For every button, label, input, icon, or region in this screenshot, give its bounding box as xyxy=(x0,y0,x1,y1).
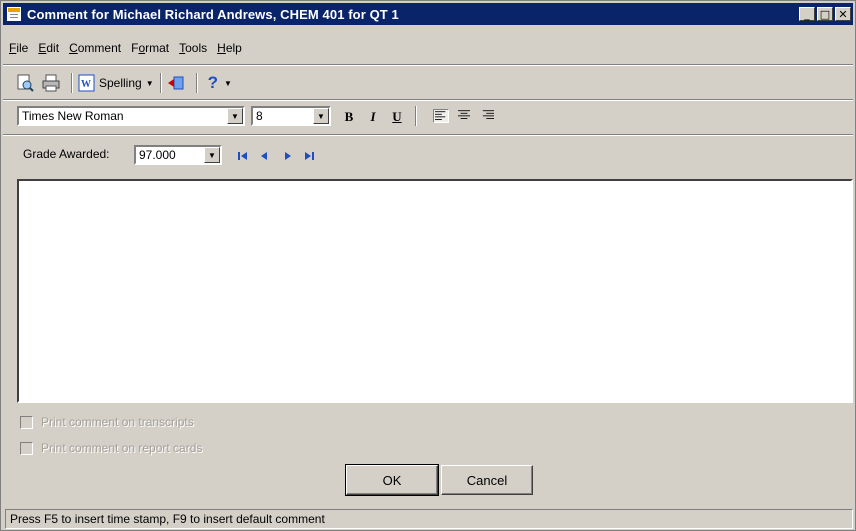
menu-format[interactable]: Format xyxy=(131,41,169,61)
print-preview-icon[interactable] xyxy=(15,73,35,93)
cancel-button[interactable]: Cancel xyxy=(441,465,533,495)
font-name-select[interactable]: Times New Roman ▼ xyxy=(17,106,245,126)
spelling-button[interactable]: W Spelling ▼ xyxy=(77,73,154,93)
close-button[interactable]: ✕ xyxy=(835,7,851,21)
print-on-transcripts-option[interactable]: Print comment on transcripts xyxy=(20,415,194,429)
bold-button[interactable]: B xyxy=(341,108,357,126)
chevron-down-icon[interactable]: ▼ xyxy=(313,108,329,124)
chevron-down-icon[interactable]: ▼ xyxy=(227,108,243,124)
print-icon[interactable] xyxy=(41,73,61,93)
maximize-button[interactable]: □ xyxy=(817,7,833,21)
first-record-icon[interactable] xyxy=(235,149,251,163)
menu-help[interactable]: Help xyxy=(217,41,242,61)
align-center-icon[interactable] xyxy=(457,109,473,123)
grade-awarded-select[interactable]: 97.000 ▼ xyxy=(134,145,222,165)
font-name-value: Times New Roman xyxy=(22,109,124,123)
menu-comment[interactable]: Comment xyxy=(69,41,121,61)
menu-tools[interactable]: Tools xyxy=(179,41,207,61)
title-bar[interactable]: Comment for Michael Richard Andrews, CHE… xyxy=(3,3,853,25)
grade-awarded-value: 97.000 xyxy=(139,148,176,162)
format-divider xyxy=(3,134,853,136)
document-icon xyxy=(7,7,21,21)
toolbar-separator xyxy=(71,73,73,93)
menu-edit[interactable]: Edit xyxy=(38,41,59,61)
italic-button[interactable]: I xyxy=(365,108,381,126)
help-icon[interactable]: ? xyxy=(208,73,218,93)
grade-awarded-label: Grade Awarded: xyxy=(23,147,110,161)
comment-text-area[interactable] xyxy=(17,179,853,403)
last-record-icon[interactable] xyxy=(301,149,317,163)
font-size-value: 8 xyxy=(256,109,263,123)
window-title: Comment for Michael Richard Andrews, CHE… xyxy=(27,6,399,22)
previous-record-icon[interactable] xyxy=(257,149,273,163)
next-record-icon[interactable] xyxy=(279,149,295,163)
print-on-report-cards-option[interactable]: Print comment on report cards xyxy=(20,441,202,455)
chevron-down-icon[interactable]: ▼ xyxy=(204,147,220,163)
menu-divider xyxy=(3,64,853,66)
chevron-down-icon[interactable]: ▼ xyxy=(146,79,154,88)
underline-button[interactable]: U xyxy=(389,108,405,126)
font-size-select[interactable]: 8 ▼ xyxy=(251,106,331,126)
print-on-transcripts-checkbox[interactable] xyxy=(20,415,33,429)
menu-bar: File Edit Comment Format Tools Help xyxy=(9,41,252,61)
toolbar-divider xyxy=(3,99,853,101)
toolbar-separator xyxy=(195,73,198,93)
ok-button[interactable]: OK xyxy=(345,464,439,496)
svg-text:W: W xyxy=(81,79,91,90)
print-on-transcripts-label: Print comment on transcripts xyxy=(41,415,194,429)
spelling-label: Spelling xyxy=(99,76,142,90)
print-on-report-cards-label: Print comment on report cards xyxy=(41,441,203,455)
align-right-icon[interactable] xyxy=(481,109,497,123)
toolbar-separator xyxy=(415,106,417,126)
standard-toolbar: W Spelling ▼ ? ▼ xyxy=(15,71,232,95)
comment-window: Comment for Michael Richard Andrews, CHE… xyxy=(0,0,856,531)
insert-comment-icon[interactable] xyxy=(166,73,186,93)
minimize-button[interactable]: _ xyxy=(799,7,815,21)
toolbar-separator xyxy=(159,73,162,93)
align-left-icon[interactable] xyxy=(433,109,449,123)
print-on-report-cards-checkbox[interactable] xyxy=(20,441,33,455)
word-icon: W xyxy=(77,73,97,93)
menu-file[interactable]: File xyxy=(9,41,28,61)
chevron-down-icon[interactable]: ▼ xyxy=(224,79,232,88)
status-bar: Press F5 to insert time stamp, F9 to ins… xyxy=(5,509,853,529)
